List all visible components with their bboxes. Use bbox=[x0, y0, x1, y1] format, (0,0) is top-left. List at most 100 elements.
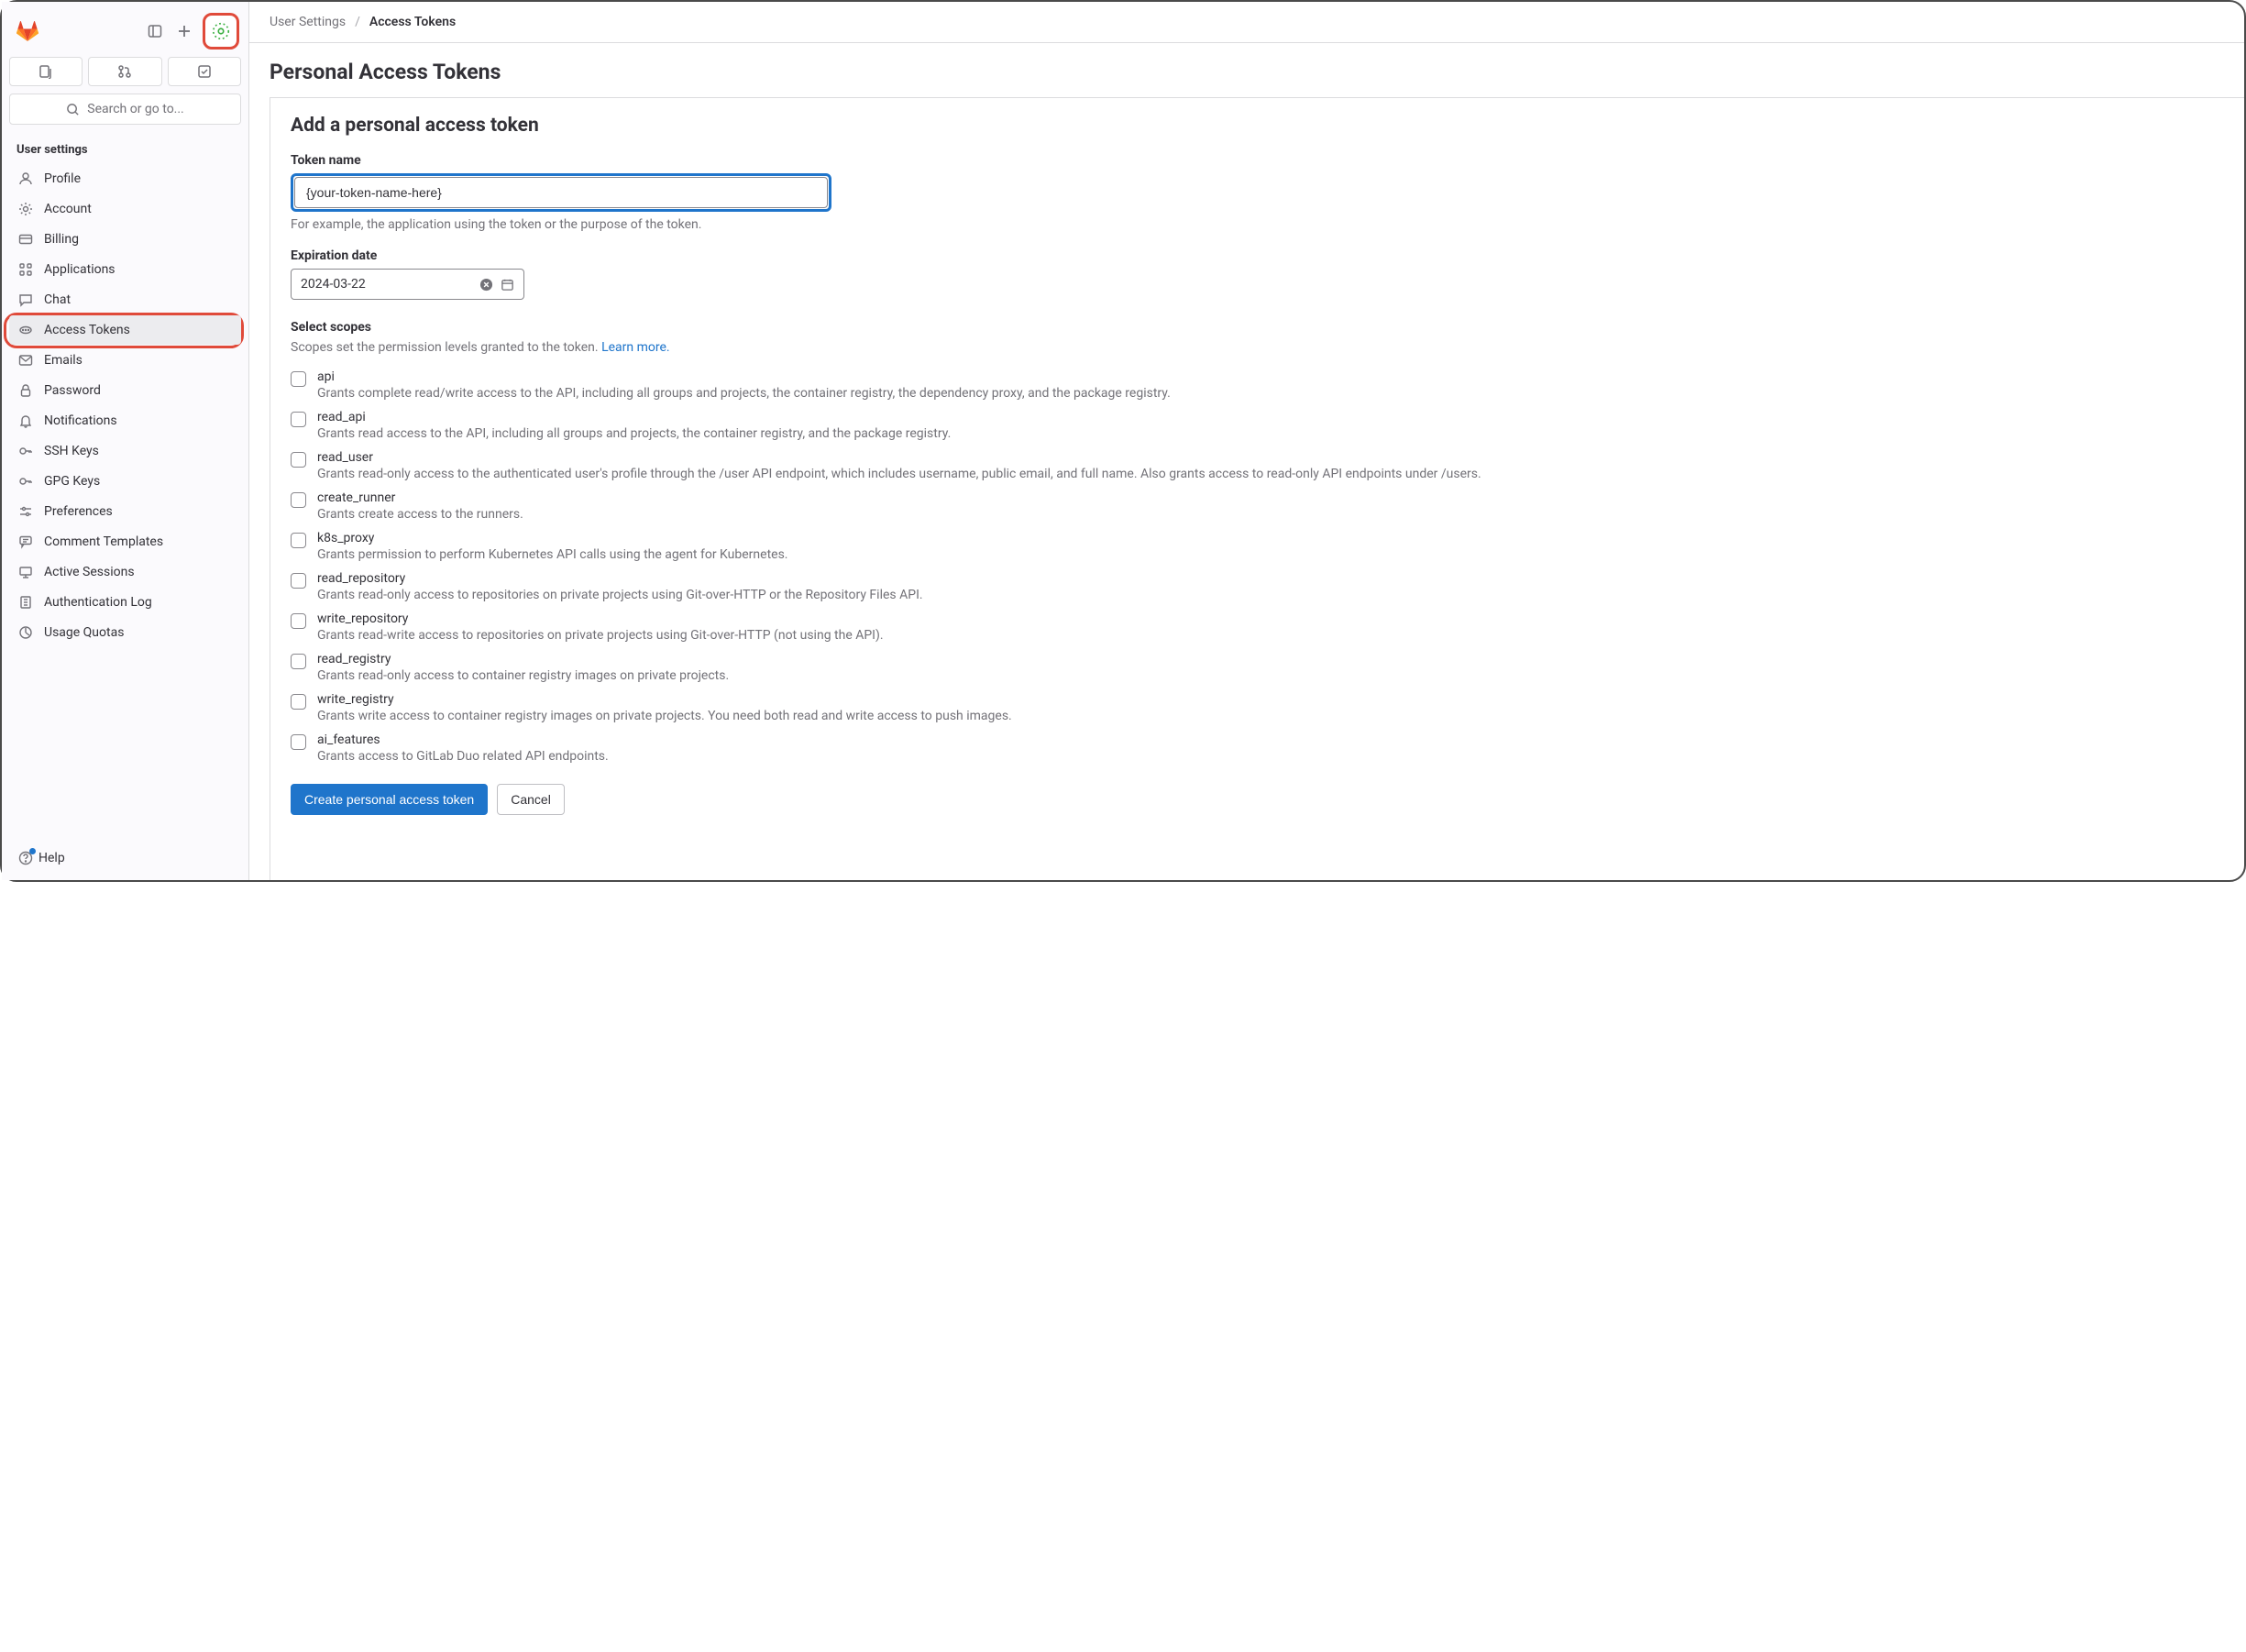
scope-checkbox[interactable] bbox=[291, 613, 306, 629]
scope-row: write_repositoryGrants read-write access… bbox=[291, 611, 2224, 643]
sidebar-section-heading: User settings bbox=[9, 138, 241, 164]
clear-icon[interactable] bbox=[479, 278, 493, 292]
scope-checkbox[interactable] bbox=[291, 492, 306, 508]
button-row: Create personal access token Cancel bbox=[291, 784, 2224, 815]
scope-text: k8s_proxy Grants permission to perform Ku… bbox=[317, 531, 2224, 562]
sidebar-item-label: Active Sessions bbox=[44, 565, 135, 579]
sidebar-highlight: Access Tokens bbox=[4, 313, 244, 348]
scope-checkbox[interactable] bbox=[291, 654, 306, 669]
search-placeholder: Search or go to... bbox=[87, 102, 184, 116]
sidebar-item-label: Usage Quotas bbox=[44, 625, 124, 640]
help-label: Help bbox=[39, 851, 65, 865]
scope-desc: Grants read-only access to repositories … bbox=[317, 588, 2224, 602]
extension-badge[interactable] bbox=[203, 13, 239, 50]
scope-checkbox[interactable] bbox=[291, 734, 306, 750]
learn-more-link[interactable]: Learn more. bbox=[601, 340, 670, 355]
sidebar-item-applications[interactable]: Applications bbox=[9, 255, 241, 284]
breadcrumb-current: Access Tokens bbox=[369, 15, 456, 29]
scope-name: k8s_proxy bbox=[317, 531, 2224, 545]
breadcrumb-separator: / bbox=[355, 15, 360, 29]
sidebar-collapse-icon[interactable] bbox=[140, 17, 170, 46]
scope-checkbox[interactable] bbox=[291, 452, 306, 468]
scope-checkbox[interactable] bbox=[291, 412, 306, 427]
sidebar-item-notifications[interactable]: Notifications bbox=[9, 406, 241, 435]
scope-checkbox[interactable] bbox=[291, 533, 306, 548]
sidebar-item-label: Notifications bbox=[44, 413, 117, 428]
scope-name: write_repository bbox=[317, 611, 2224, 626]
scope-text: read_repository Grants read-only access t… bbox=[317, 571, 2224, 602]
scope-text: create_runnerGrants create access to the… bbox=[317, 490, 2224, 522]
sidebar-item-profile[interactable]: Profile bbox=[9, 164, 241, 193]
scope-desc: Grants read access to the API, including… bbox=[317, 426, 2224, 441]
token-name-help: For example, the application using the t… bbox=[291, 217, 2224, 232]
help-link[interactable]: Help bbox=[13, 845, 237, 871]
sidebar-item-access-tokens[interactable]: Access Tokens bbox=[9, 315, 241, 345]
breadcrumb-parent[interactable]: User Settings bbox=[270, 15, 346, 29]
sidebar-item-label: Preferences bbox=[44, 504, 113, 519]
scope-checkbox[interactable] bbox=[291, 694, 306, 710]
sidebar-item-label: Chat bbox=[44, 292, 71, 307]
merge-requests-button[interactable] bbox=[88, 57, 161, 86]
sidebar-item-password[interactable]: Password bbox=[9, 376, 241, 405]
sidebar-item-active-sessions[interactable]: Active Sessions bbox=[9, 557, 241, 587]
sidebar-item-emails[interactable]: Emails bbox=[9, 346, 241, 375]
nav-list: Profile Account Billing Applications Cha… bbox=[9, 164, 241, 648]
scope-checkbox[interactable] bbox=[291, 573, 306, 589]
scope-desc: Grants read-only access to container reg… bbox=[317, 668, 2224, 683]
expiration-input[interactable]: 2024-03-22 bbox=[291, 269, 524, 300]
plus-icon[interactable] bbox=[170, 17, 199, 46]
search-input[interactable]: Search or go to... bbox=[9, 94, 241, 125]
sidebar-item-label: Account bbox=[44, 202, 92, 216]
scope-name: read_user bbox=[317, 450, 2224, 465]
sidebar-item-chat[interactable]: Chat bbox=[9, 285, 241, 314]
sidebar-item-gpg-keys[interactable]: GPG Keys bbox=[9, 467, 241, 496]
issues-button[interactable] bbox=[9, 57, 83, 86]
scope-row: read_registryGrants read-only access to … bbox=[291, 652, 2224, 683]
todos-button[interactable] bbox=[168, 57, 241, 86]
sidebar-item-label: Comment Templates bbox=[44, 534, 163, 549]
sidebar-item-account[interactable]: Account bbox=[9, 194, 241, 224]
gitlab-logo-icon[interactable] bbox=[17, 20, 39, 42]
scope-name: api bbox=[317, 369, 2224, 384]
scope-name: read_api bbox=[317, 410, 2224, 424]
scope-text: read_registryGrants read-only access to … bbox=[317, 652, 2224, 683]
scope-text: ai_features Grants access to GitLab Duo r… bbox=[317, 732, 2224, 764]
sidebar-footer: Help bbox=[9, 838, 241, 873]
scopes-description: Scopes set the permission levels granted… bbox=[291, 340, 2224, 355]
sidebar-item-label: Applications bbox=[44, 262, 116, 277]
token-name-input[interactable] bbox=[294, 177, 828, 208]
scope-desc: Grants permission to perform Kubernetes … bbox=[317, 547, 2224, 562]
sidebar-item-auth-log[interactable]: Authentication Log bbox=[9, 588, 241, 617]
scope-row: write_registryGrants write access to con… bbox=[291, 692, 2224, 723]
expiration-label: Expiration date bbox=[291, 248, 2224, 263]
scope-row: read_api Grants read access to the API, i… bbox=[291, 410, 2224, 441]
main-content: User Settings / Access Tokens Personal A… bbox=[249, 2, 2244, 880]
sidebar-item-label: Emails bbox=[44, 353, 83, 368]
sidebar-item-label: SSH Keys bbox=[44, 444, 99, 458]
scope-text: write_repositoryGrants read-write access… bbox=[317, 611, 2224, 643]
scope-name: read_repository bbox=[317, 571, 2224, 586]
sidebar-item-comment-templates[interactable]: Comment Templates bbox=[9, 527, 241, 556]
sidebar-item-label: Profile bbox=[44, 171, 81, 186]
sidebar-item-usage-quotas[interactable]: Usage Quotas bbox=[9, 618, 241, 647]
sidebar: Search or go to... User settings Profile… bbox=[2, 2, 249, 880]
sidebar-item-label: Password bbox=[44, 383, 101, 398]
sidebar-item-ssh-keys[interactable]: SSH Keys bbox=[9, 436, 241, 466]
token-name-input-focus-ring bbox=[291, 173, 831, 212]
scope-row: k8s_proxy Grants permission to perform Ku… bbox=[291, 531, 2224, 562]
expiration-value: 2024-03-22 bbox=[301, 277, 472, 292]
breadcrumb: User Settings / Access Tokens bbox=[249, 2, 2244, 43]
sidebar-item-label: Authentication Log bbox=[44, 595, 152, 610]
scope-name: ai_features bbox=[317, 732, 2224, 747]
create-token-button[interactable]: Create personal access token bbox=[291, 784, 488, 815]
cancel-button[interactable]: Cancel bbox=[497, 784, 565, 815]
scope-desc: Grants read-only access to the authentic… bbox=[317, 467, 2224, 481]
calendar-icon[interactable] bbox=[501, 278, 514, 292]
sidebar-item-preferences[interactable]: Preferences bbox=[9, 497, 241, 526]
scope-desc: Grants access to GitLab Duo related API … bbox=[317, 749, 2224, 764]
page-title: Personal Access Tokens bbox=[249, 43, 2244, 97]
scope-checkbox[interactable] bbox=[291, 371, 306, 387]
sidebar-item-billing[interactable]: Billing bbox=[9, 225, 241, 254]
scopes-list: apiGrants complete read/write access to … bbox=[291, 369, 2224, 764]
scope-desc: Grants write access to container registr… bbox=[317, 709, 2224, 723]
